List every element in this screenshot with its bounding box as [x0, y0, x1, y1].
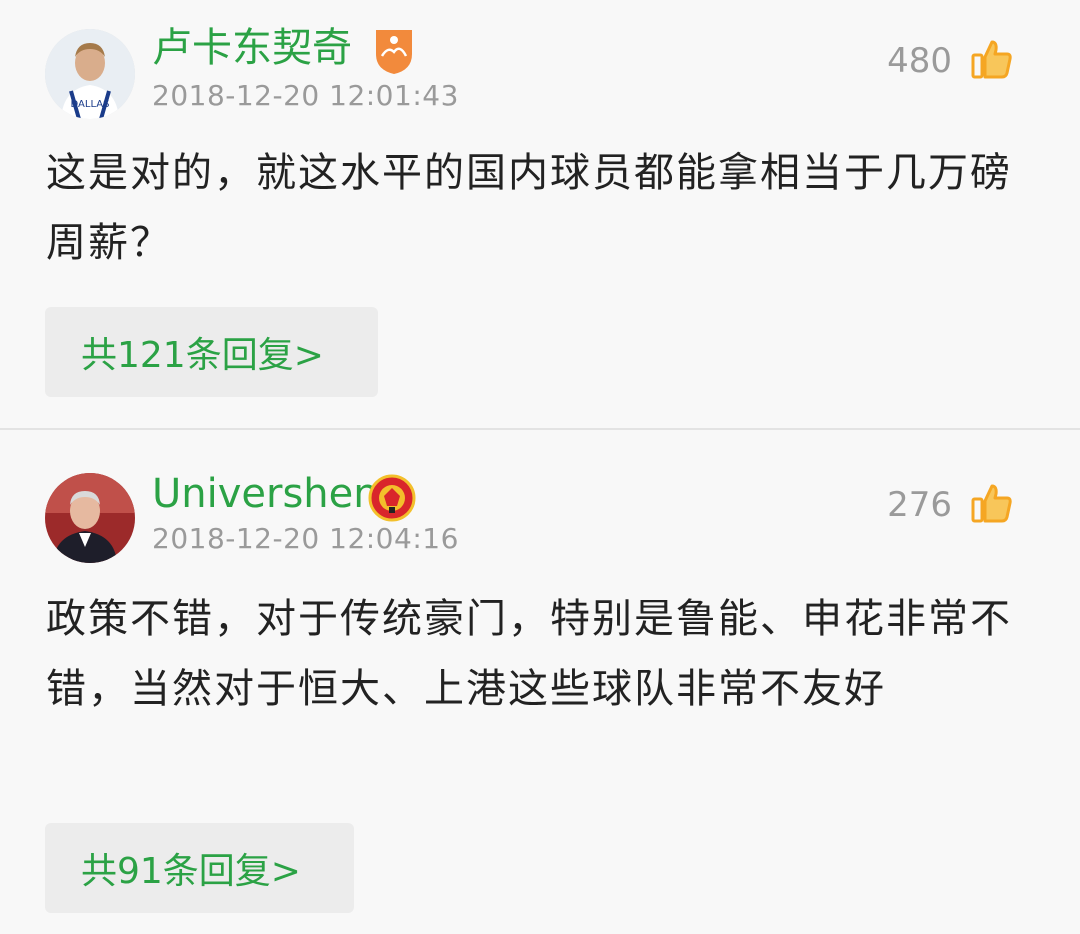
like-count: 480 [887, 41, 952, 81]
username[interactable]: Univershen [152, 470, 379, 518]
svg-text:DALLAS: DALLAS [71, 99, 110, 110]
username[interactable]: 卢卡东契奇 [152, 24, 352, 72]
thumbs-up-icon[interactable] [970, 37, 1014, 81]
comment-item: DALLAS 卢卡东契奇 2018-12-20 12:01:43 480 这是对… [0, 0, 1080, 428]
comment-text: 政策不错，对于传统豪门，特别是鲁能、申花非常不错，当然对于恒大、上港这些球队非常… [46, 596, 1012, 712]
comment-timestamp: 2018-12-20 12:04:16 [152, 522, 459, 555]
avatar[interactable]: DALLAS [45, 29, 135, 119]
avatar[interactable] [45, 473, 135, 563]
like-count: 276 [887, 485, 952, 525]
thumbs-up-icon[interactable] [970, 481, 1014, 525]
comment-timestamp: 2018-12-20 12:01:43 [152, 79, 459, 112]
avatar-player-icon: DALLAS [45, 29, 135, 119]
manchester-united-crest-icon [368, 474, 416, 522]
orange-team-badge-icon [376, 30, 412, 74]
comment-item: Univershen 2018-12-20 12:04:16 276 政策不错，… [0, 430, 1080, 934]
view-replies-button[interactable]: 共121条回复> [45, 307, 378, 397]
view-replies-button[interactable]: 共91条回复> [45, 823, 354, 913]
comment-text: 这是对的，就这水平的国内球员都能拿相当于几万磅周薪？ [46, 150, 1012, 266]
avatar-man-icon [45, 473, 135, 563]
